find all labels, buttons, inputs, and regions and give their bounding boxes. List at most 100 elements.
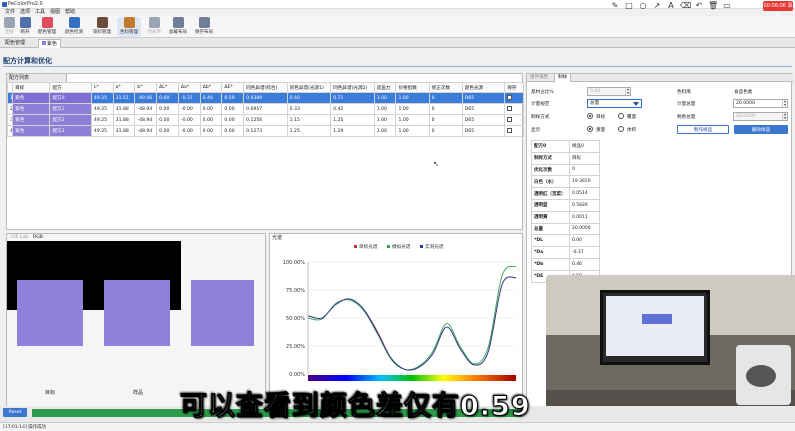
undo-icon[interactable]: ↶ — [694, 1, 704, 11]
column-header[interactable]: 配方 — [49, 82, 92, 93]
table-row: 制样方式 目标 — [531, 151, 600, 165]
column-header[interactable]: ΔL* — [156, 82, 179, 93]
table-cell: 0.42 — [330, 103, 375, 115]
tab-purple[interactable]: 紫色 — [38, 39, 62, 48]
recipe-list-panel: 配方列表 目标 配方 L* a* b* ΔL* Δa* Δb* ΔE* 同色异谱(综合) 同色异谱(… — [6, 73, 524, 230]
column-header[interactable]: a* — [112, 82, 136, 93]
spinner-icon[interactable]: ▲ ▼ — [782, 112, 787, 120]
column-header[interactable]: 颜色光源 — [461, 82, 506, 93]
toolbar-button-4[interactable]: 染料管理 — [90, 17, 114, 37]
table-row: 总量 20.0000 — [531, 222, 600, 236]
tab-color-management[interactable]: 配色管理 — [2, 39, 28, 48]
display-weight-radio[interactable] — [587, 126, 593, 132]
toolbar-button-6[interactable]: 列表项 — [145, 17, 163, 37]
recipe-list-tab[interactable]: 配方列表 — [7, 74, 67, 82]
checkbox-icon[interactable] — [507, 94, 513, 100]
column-header[interactable]: L* — [90, 82, 114, 93]
menu-item-4[interactable]: 帮助 — [65, 8, 75, 16]
table-row[interactable]: 1 紫色 配方0 49.25 31.51 -49.46 0.00 -0.37 0.46 0.59 0… — [6, 92, 524, 104]
column-header[interactable]: 遮盖力 — [373, 82, 397, 93]
method-target-radio[interactable] — [587, 113, 593, 119]
table-row[interactable]: 4 紫色 配方3 49.25 31.88 -48.94 0.00 -0.00 0.00 0.00 0… — [6, 125, 524, 137]
sample-key: 透明蓝 — [531, 198, 570, 212]
pen-icon[interactable]: ✎ — [610, 1, 620, 11]
column-header[interactable]: 保存 — [504, 82, 524, 93]
spinner-icon[interactable]: ▲ ▼ — [782, 99, 787, 107]
circle-icon[interactable]: ○ — [638, 1, 648, 11]
sample-value: 19.3650 — [569, 175, 600, 189]
sample-key: 配方0 — [531, 140, 570, 153]
layout-save-icon — [198, 17, 210, 28]
delete-sample-button[interactable]: 删除样品 — [734, 125, 788, 134]
table-row: *DL 0.00 — [531, 234, 600, 248]
checkbox-icon[interactable] — [507, 116, 513, 122]
legend-swatch — [354, 245, 357, 248]
toolbar-button-0[interactable]: 连接 — [2, 17, 16, 37]
toolbar-button-label: 染料管理 — [93, 30, 111, 35]
make-sample-button[interactable]: 制作样品 — [677, 125, 729, 134]
colorant-library-value[interactable]: 食品色素 — [734, 89, 752, 95]
tab-rgb[interactable]: RGB — [31, 234, 45, 241]
tab-cie-lab[interactable]: CIE Lab — [9, 234, 30, 241]
rectangle-icon[interactable]: □ — [624, 1, 634, 11]
table-cell: 0.33 — [286, 103, 332, 115]
column-header[interactable]: 目标 — [12, 82, 51, 93]
spinner-icon[interactable]: ▲ ▼ — [625, 87, 630, 95]
section-title: 配方计算和优化 — [3, 57, 52, 65]
table-row: *Db 0.46 — [531, 257, 600, 271]
link-icon — [3, 17, 15, 28]
checkbox-icon[interactable] — [507, 127, 513, 133]
menu-item-1[interactable]: 选项 — [20, 8, 30, 16]
table-row[interactable]: 2 紫色 配方1 49.25 31.88 -48.94 0.00 -0.00 0.00 0.00 0… — [6, 103, 524, 115]
toolbar-button-1[interactable]: 断开 — [18, 17, 32, 37]
column-header[interactable]: ΔE* — [221, 82, 245, 93]
sample-value: 目标 — [569, 151, 600, 165]
eraser-icon[interactable]: ⌫ — [680, 1, 691, 11]
total-amount-input[interactable]: 20.0000 ▲ ▼ — [733, 99, 788, 108]
column-header[interactable]: 同色异谱(综合) — [243, 82, 288, 93]
menu-bar: 文件 选项 工具 视图 帮助 — [0, 8, 260, 16]
tab-component-properties[interactable]: 组件属性 — [527, 74, 551, 82]
toolbar-button-3[interactable]: 颜色检测 — [62, 17, 86, 37]
toolbar-button-8[interactable]: 保存布局 — [193, 17, 215, 37]
window-icon[interactable]: ▭ — [722, 1, 732, 11]
save-checkbox[interactable] — [504, 92, 524, 104]
delete-icon[interactable]: 🗑 — [708, 1, 718, 11]
text-icon[interactable]: A — [666, 1, 676, 11]
table-row: 透明蓝 0.5826 — [531, 198, 600, 212]
checkbox-icon[interactable] — [507, 105, 513, 111]
method-amount-radio[interactable] — [618, 113, 624, 119]
webcam-monitor — [600, 290, 710, 365]
save-checkbox[interactable] — [504, 125, 524, 137]
table-cell: 紫色 — [12, 125, 51, 137]
column-header[interactable]: 同色异谱(光源1) — [286, 82, 332, 93]
toolbar-button-7[interactable]: 加载布局 — [167, 17, 189, 37]
measure-spec-select[interactable]: 总量 — [587, 99, 642, 108]
app-title: PeColorPro2.0 — [8, 1, 43, 7]
base-ratio-input[interactable]: 0.00 ▲ ▼ — [587, 87, 631, 96]
menu-item-2[interactable]: 工具 — [35, 8, 45, 16]
save-checkbox[interactable] — [504, 114, 524, 126]
sample-color-swatch-white — [191, 280, 254, 346]
menu-item-3[interactable]: 视图 — [50, 8, 60, 16]
arrow-icon[interactable]: ↗ — [652, 1, 662, 11]
column-header[interactable]: Δa* — [177, 82, 201, 93]
column-header[interactable]: 修正次数 — [428, 82, 463, 93]
toolbar-button-5[interactable]: 色料管理 — [117, 17, 141, 37]
column-header[interactable]: Δb* — [199, 82, 223, 93]
legend-label: 目标光谱 — [359, 243, 378, 250]
menu-item-0[interactable]: 文件 — [5, 8, 15, 16]
table-row[interactable]: 3 紫色 配方2 49.25 31.88 -48.94 0.00 -0.00 0.00 0.00 0… — [6, 114, 524, 126]
reset-button[interactable]: Reset — [3, 408, 27, 417]
save-checkbox[interactable] — [504, 103, 524, 115]
column-header[interactable]: 价格指数 — [395, 82, 430, 93]
toolbar-button-label: 色料管理 — [120, 30, 138, 35]
display-volume-radio[interactable] — [618, 126, 624, 132]
column-header[interactable]: b* — [134, 82, 158, 93]
remaining-amount-input[interactable]: 20.0000 ▲ ▼ — [733, 112, 788, 121]
table-cell: -48.94 — [134, 114, 158, 126]
recording-badge[interactable]: 00:06:06 录制 — [763, 1, 793, 19]
tab-make-sample[interactable]: 制样 — [554, 74, 572, 82]
toolbar-button-2[interactable]: 配色管理 — [36, 17, 58, 37]
column-header[interactable]: 同色异谱(光源2) — [330, 82, 375, 93]
